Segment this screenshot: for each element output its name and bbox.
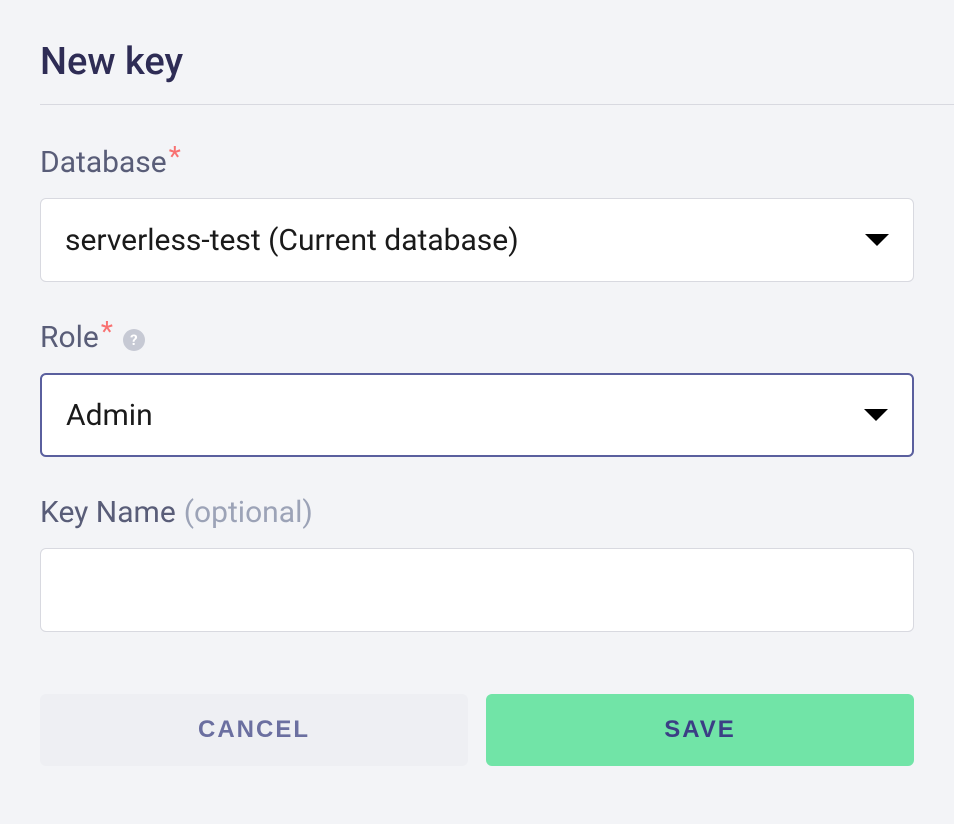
save-button[interactable]: SAVE — [486, 694, 914, 766]
database-select[interactable]: serverless-test (Current database) — [40, 198, 914, 282]
key-name-field-group: Key Name (optional) — [40, 495, 914, 632]
database-label: Database * — [40, 145, 914, 180]
role-select-value: Admin — [66, 398, 153, 433]
chevron-down-icon — [864, 409, 888, 421]
optional-label: (optional) — [184, 495, 313, 530]
role-label: Role * ? — [40, 320, 914, 355]
database-label-text: Database — [40, 145, 167, 180]
key-name-input[interactable] — [40, 548, 914, 632]
page-title: New key — [40, 40, 914, 84]
required-asterisk-icon: * — [101, 315, 113, 348]
database-select-value: serverless-test (Current database) — [65, 223, 519, 258]
chevron-down-icon — [865, 234, 889, 246]
role-label-text: Role — [40, 320, 99, 355]
key-name-label-text: Key Name — [40, 495, 176, 530]
required-asterisk-icon: * — [169, 140, 181, 173]
database-field-group: Database * serverless-test (Current data… — [40, 145, 914, 282]
button-row: CANCEL SAVE — [40, 694, 914, 766]
role-field-group: Role * ? Admin — [40, 320, 914, 457]
role-select[interactable]: Admin — [40, 373, 914, 457]
key-name-label: Key Name (optional) — [40, 495, 914, 530]
title-divider — [40, 104, 954, 105]
help-icon[interactable]: ? — [123, 329, 145, 351]
cancel-button[interactable]: CANCEL — [40, 694, 468, 766]
